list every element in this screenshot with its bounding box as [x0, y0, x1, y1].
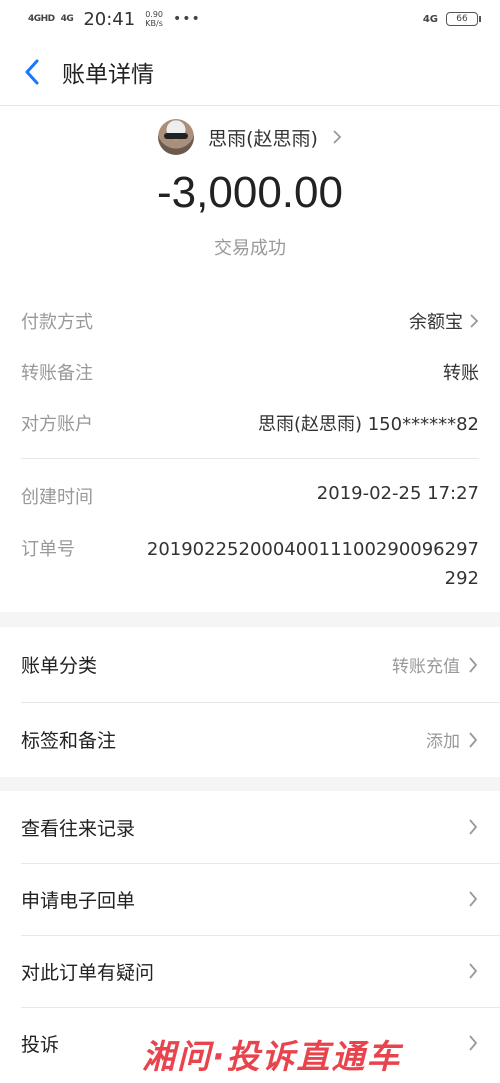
- chevron-right-icon: [469, 656, 478, 673]
- transaction-status: 交易成功: [214, 238, 286, 259]
- order-number-line2: 292: [444, 568, 479, 589]
- payment-method-label: 付款方式: [21, 312, 93, 333]
- order-number-row: 订单号 20190225200040011100290096297 292: [21, 535, 479, 593]
- chevron-right-icon: [470, 314, 479, 328]
- signal-icon-2: 4G: [60, 14, 74, 24]
- counterparty-account-row: 对方账户 思雨(赵思雨) 150******82: [21, 410, 479, 436]
- counterparty-account-label: 对方账户: [21, 414, 93, 435]
- order-number-value: 20190225200040011100290096297 292: [147, 535, 479, 593]
- created-time-value: 2019-02-25 17:27: [316, 483, 479, 504]
- e-receipt-label: 申请电子回单: [21, 889, 136, 912]
- created-time-label: 创建时间: [21, 487, 93, 508]
- signal-icon: 4GHD: [28, 14, 55, 24]
- network-speed: 0.90 KB/s: [145, 10, 163, 28]
- complaint-label: 投诉: [21, 1033, 60, 1056]
- order-number-label: 订单号: [21, 539, 75, 560]
- bill-detail-card: 思雨(赵思雨) -3,000.00 交易成功 付款方式 余额宝 转账备注 转账 …: [0, 106, 500, 612]
- transfer-note-label: 转账备注: [21, 363, 93, 384]
- view-history-label: 查看往来记录: [21, 817, 136, 840]
- nav-bar: 账单详情: [0, 38, 500, 106]
- payment-method-row[interactable]: 付款方式 余额宝: [21, 308, 479, 334]
- payee-name: 思雨(赵思雨): [208, 127, 318, 150]
- divider: [21, 458, 479, 459]
- order-question-label: 对此订单有疑问: [21, 961, 155, 984]
- more-notifications-icon: •••: [173, 11, 201, 27]
- order-number-line1: 20190225200040011100290096297: [146, 539, 479, 560]
- back-button[interactable]: [2, 38, 62, 106]
- watermark: 湘问·投诉直通车: [142, 1037, 402, 1076]
- chevron-right-icon: [469, 731, 478, 748]
- avatar: [158, 119, 195, 155]
- bill-category-item[interactable]: 账单分类 转账充值: [0, 627, 500, 702]
- clock: 20:41: [83, 8, 136, 30]
- created-time-row: 创建时间 2019-02-25 17:27: [21, 483, 479, 509]
- bill-category-label: 账单分类: [21, 655, 98, 677]
- tags-notes-value: 添加: [426, 732, 460, 752]
- order-question-item[interactable]: 对此订单有疑问: [0, 935, 500, 1007]
- view-history-item[interactable]: 查看往来记录: [0, 791, 500, 863]
- payment-method-value: 余额宝: [409, 312, 463, 333]
- bill-category-group: 账单分类 转账充值 标签和备注 添加: [0, 627, 500, 777]
- network-type-icon: 4G: [422, 13, 438, 25]
- network-speed-unit: KB/s: [145, 19, 163, 28]
- transfer-note-value: 转账: [443, 363, 479, 384]
- chevron-right-icon: [469, 891, 478, 907]
- payee-link[interactable]: 思雨(赵思雨): [0, 114, 500, 160]
- chevron-right-icon: [469, 1035, 478, 1051]
- amount: -3,000.00: [157, 168, 343, 217]
- status-bar: 4GHD 4G 20:41 0.90 KB/s ••• 4G 66: [0, 0, 500, 38]
- page-title: 账单详情: [62, 61, 154, 88]
- chevron-right-icon: [332, 129, 342, 145]
- counterparty-account-value: 思雨(赵思雨) 150******82: [257, 414, 479, 435]
- bill-category-value: 转账充值: [392, 657, 460, 677]
- battery-icon: 66: [446, 12, 481, 26]
- back-arrow-icon: [25, 59, 39, 84]
- tags-notes-label: 标签和备注: [21, 730, 117, 752]
- network-speed-value: 0.90: [145, 10, 163, 19]
- chevron-right-icon: [469, 819, 478, 835]
- chevron-right-icon: [469, 963, 478, 979]
- transfer-note-row: 转账备注 转账: [21, 359, 479, 385]
- tags-notes-item[interactable]: 标签和备注 添加: [0, 702, 500, 777]
- e-receipt-item[interactable]: 申请电子回单: [0, 863, 500, 935]
